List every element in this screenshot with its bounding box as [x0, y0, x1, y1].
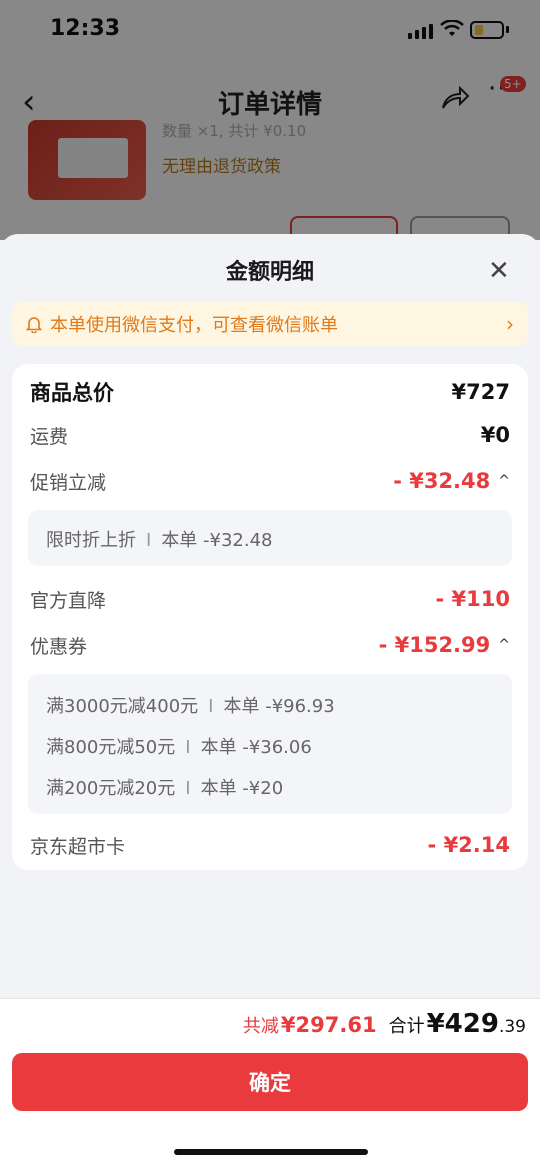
shipping-value: ¥0 [480, 423, 510, 447]
chevron-right-icon: › [506, 312, 514, 336]
separator: I [208, 696, 214, 717]
coupon-detail-amount: 本单 -¥36.06 [200, 737, 312, 758]
supermarket-card-label: 京东超市卡 [30, 835, 126, 858]
bottom-bar: 共减 ¥297.61 合计 ¥429 .39 确定 线报酷-new.xianba… [0, 998, 540, 1168]
total-value: ¥727 [451, 380, 510, 404]
sheet-title: 金额明细 [225, 260, 314, 285]
coupon-row[interactable]: 优惠券 - ¥152.99 ^ [30, 628, 510, 662]
chevron-up-icon[interactable]: ^ [498, 637, 510, 653]
coupon-detail-line: 满3000元减400元 I 本单 -¥96.93 [46, 692, 335, 718]
bell-icon [26, 317, 42, 333]
official-value: - ¥110 [435, 587, 510, 611]
sum-label: 合计 [388, 1016, 425, 1037]
coupon-detail-amount: 本单 -¥96.93 [223, 696, 335, 717]
total-label: 商品总价 [30, 381, 114, 405]
shipping-label: 运费 [30, 425, 69, 448]
official-label: 官方直降 [30, 589, 107, 612]
saved-value: ¥297.61 [280, 1013, 377, 1037]
confirm-button[interactable]: 确定 线报酷-new.xianbao.fun [12, 1053, 528, 1136]
totals: 共减 ¥297.61 合计 ¥429 .39 [243, 1009, 526, 1039]
promo-detail-name: 限时折上折 [46, 530, 136, 551]
supermarket-card-value: - ¥2.14 [427, 833, 510, 857]
official-row: 官方直降 - ¥110 [30, 582, 510, 616]
home-indicator[interactable] [174, 1149, 368, 1155]
close-icon[interactable]: ✕ [488, 256, 510, 286]
promo-value-group: - ¥32.48 ^ [393, 469, 510, 493]
saved-label: 共减 [242, 1016, 279, 1037]
total-row: 商品总价 ¥727 [30, 374, 510, 410]
promo-row[interactable]: 促销立减 - ¥32.48 ^ [30, 464, 510, 498]
promo-value: - ¥32.48 [393, 469, 491, 493]
shipping-row: 运费 ¥0 [30, 418, 510, 452]
promo-label: 促销立减 [30, 471, 107, 494]
coupon-detail-name: 满800元减50元 [46, 737, 176, 758]
coupon-value-group: - ¥152.99 ^ [379, 633, 510, 657]
coupon-detail-name: 满3000元减400元 [46, 696, 199, 717]
coupon-detail-line: 满200元减20元 I 本单 -¥20 [46, 774, 283, 800]
notice-text: 本单使用微信支付，可查看微信账单 [50, 315, 338, 336]
promo-detail-line: 限时折上折 I 本单 -¥32.48 [46, 526, 273, 552]
coupon-value: - ¥152.99 [378, 633, 491, 657]
coupon-detail-amount: 本单 -¥20 [200, 778, 284, 799]
dim-overlay[interactable] [0, 0, 540, 240]
coupon-detail-name: 满200元减20元 [46, 778, 176, 799]
sum-decimal: .39 [498, 1017, 526, 1037]
confirm-label: 确定 [249, 1071, 291, 1095]
wechat-bill-notice[interactable]: 本单使用微信支付，可查看微信账单 › [12, 302, 528, 346]
promo-detail-box: 限时折上折 I 本单 -¥32.48 [28, 510, 512, 566]
separator: I [185, 778, 191, 799]
sum-main: ¥429 [426, 1009, 499, 1039]
watermark: 线报酷-new.xianbao.fun [228, 1112, 459, 1136]
supermarket-card-row: 京东超市卡 - ¥2.14 [30, 828, 510, 862]
separator: I [185, 737, 191, 758]
separator: I [146, 530, 152, 551]
promo-detail-amount: 本单 -¥32.48 [161, 530, 273, 551]
coupon-detail-line: 满800元减50元 I 本单 -¥36.06 [46, 733, 312, 759]
chevron-up-icon[interactable]: ^ [498, 473, 510, 489]
coupon-label: 优惠券 [30, 635, 88, 658]
coupon-detail-box: 满3000元减400元 I 本单 -¥96.93 满800元减50元 I 本单 -¥36… [28, 674, 512, 814]
amount-card: 商品总价 ¥727 运费 ¥0 促销立减 - ¥32.48 ^ 限时折上折 I 本单… [12, 364, 528, 870]
